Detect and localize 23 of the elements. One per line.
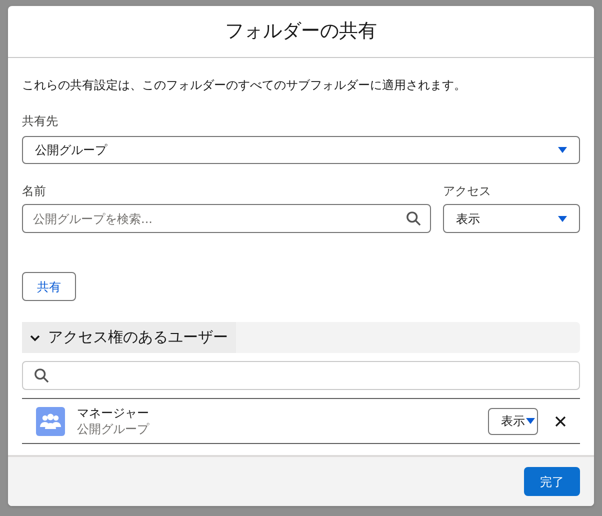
field-label: 名前	[22, 183, 46, 200]
field-label: アクセス	[443, 183, 491, 200]
share-button[interactable]: 共有	[22, 272, 76, 301]
user-type: 公開グループ	[77, 421, 149, 437]
share-with-select[interactable]: 公開グループ	[22, 136, 580, 164]
caret-icon	[526, 418, 535, 424]
name-search-field[interactable]: 公開グループを検索...	[22, 204, 431, 233]
section-toggle[interactable]: アクセス権のあるユーザー	[22, 322, 236, 353]
done-button[interactable]: 完了	[524, 467, 580, 496]
chevron-icon	[30, 332, 40, 342]
close-icon	[554, 416, 566, 426]
user-name: マネージャー	[77, 405, 149, 421]
access-select[interactable]: 表示	[488, 408, 538, 434]
description-text: これらの共有設定は、このフォルダーのすべてのサブフォルダーに適用されます。	[22, 77, 467, 94]
user-search-field[interactable]	[22, 361, 580, 390]
caret-icon	[558, 147, 567, 153]
search-icon	[34, 368, 49, 383]
field-label: 共有先	[22, 114, 58, 128]
dialog-title: フォルダーの共有	[225, 19, 377, 44]
search-icon	[406, 211, 421, 226]
access-select[interactable]: 表示	[443, 204, 580, 233]
group-icon	[36, 406, 65, 436]
caret-icon	[558, 216, 567, 222]
